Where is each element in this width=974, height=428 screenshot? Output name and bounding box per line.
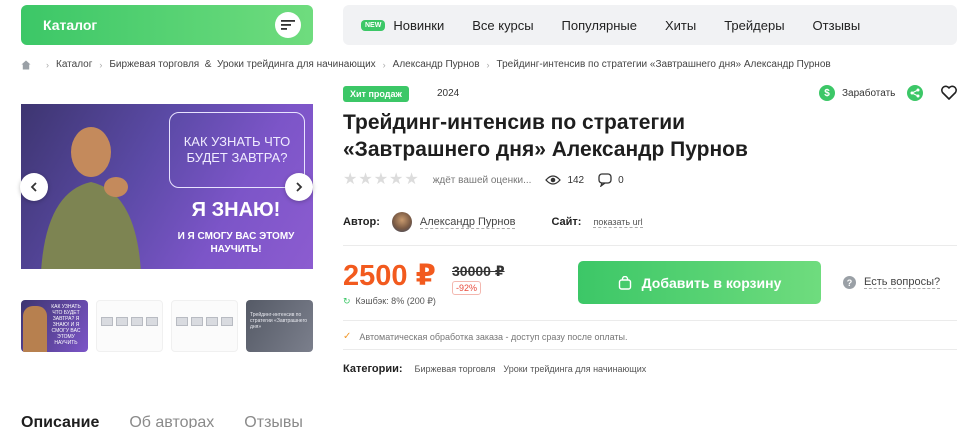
nav-item-traders[interactable]: Трейдеры bbox=[724, 18, 784, 33]
divider bbox=[343, 245, 957, 246]
tab-about-authors[interactable]: Об авторах bbox=[129, 414, 214, 428]
breadcrumb-item-author[interactable]: Александр Пурнов bbox=[393, 59, 480, 70]
site-label: Сайт: bbox=[551, 216, 582, 228]
eye-icon bbox=[545, 175, 562, 185]
question-box: КАК УЗНАТЬ ЧТО БУДЕТ ЗАВТРА? bbox=[169, 112, 305, 188]
thumbnail-text: КАК УЗНАТЬ ЧТО БУДЕТ ЗАВТРА? Я ЗНАЮ! И Я… bbox=[51, 304, 81, 346]
product-main-image[interactable]: КАК УЗНАТЬ ЧТО БУДЕТ ЗАВТРА? Я ЗНАЮ! И Я… bbox=[21, 104, 313, 269]
author-row: Автор: Александр Пурнов Сайт: показать u… bbox=[343, 212, 643, 232]
breadcrumb-item-category[interactable]: Биржевая торговля & Уроки трейдинга для … bbox=[109, 59, 375, 70]
bag-icon bbox=[618, 275, 631, 290]
cashback: ↻ Кэшбэк: 8% (200 ₽) bbox=[343, 296, 436, 307]
old-price: 30000 ₽ bbox=[452, 263, 505, 279]
tab-reviews[interactable]: Отзывы bbox=[244, 414, 303, 428]
category-link[interactable]: Биржевая торговля bbox=[415, 364, 496, 374]
earn-link[interactable]: $ Заработать bbox=[819, 85, 895, 101]
catalog-label: Каталог bbox=[43, 17, 98, 33]
share-icon[interactable] bbox=[907, 85, 923, 101]
thumbnail-screens bbox=[101, 317, 158, 326]
show-url-link[interactable]: показать url bbox=[593, 217, 643, 228]
questions-label: Есть вопросы? bbox=[864, 276, 941, 289]
breadcrumb-item-catalog[interactable]: Каталог bbox=[56, 59, 92, 70]
new-badge: NEW bbox=[361, 19, 386, 31]
divider bbox=[343, 349, 957, 350]
tab-description[interactable]: Описание bbox=[21, 414, 99, 428]
rating-text: ждёт вашей оценки... bbox=[432, 174, 532, 186]
auto-processing-text: Автоматическая обработка заказа - доступ… bbox=[359, 331, 628, 342]
chevron-left-icon bbox=[30, 182, 37, 192]
promise-text: И Я СМОГУ ВАС ЭТОМУ НАУЧИТЬ! bbox=[177, 231, 295, 255]
nav-item-all-courses[interactable]: Все курсы bbox=[472, 18, 533, 33]
chevron-right-icon: › bbox=[486, 59, 490, 70]
heart-icon[interactable] bbox=[940, 84, 958, 102]
star-icon[interactable]: ★ bbox=[404, 172, 418, 188]
add-to-cart-label: Добавить в корзину bbox=[641, 274, 782, 291]
divider bbox=[343, 320, 957, 321]
top-nav: NEW Новинки Все курсы Популярные Хиты Тр… bbox=[343, 5, 957, 45]
thumbnail-person bbox=[23, 306, 47, 352]
views-count: 142 bbox=[567, 174, 585, 186]
breadcrumb: › Каталог › Биржевая торговля & Уроки тр… bbox=[21, 59, 831, 70]
thumbnail-3[interactable] bbox=[171, 300, 238, 352]
thumbnail-screens bbox=[176, 317, 233, 326]
nav-item-new[interactable]: Новинки bbox=[393, 18, 444, 33]
add-to-cart-button[interactable]: Добавить в корзину bbox=[578, 261, 821, 304]
question-icon: ? bbox=[843, 276, 856, 289]
product-title: Трейдинг-интенсив по стратегии «Завтрашн… bbox=[343, 111, 748, 161]
answer-text: Я ЗНАЮ! bbox=[191, 199, 281, 221]
star-icon[interactable]: ★ bbox=[358, 172, 372, 188]
menu-icon bbox=[275, 12, 301, 38]
questions-link[interactable]: ? Есть вопросы? bbox=[843, 276, 941, 289]
author-link[interactable]: Александр Пурнов bbox=[419, 216, 516, 229]
rating-stars[interactable]: ★ ★ ★ ★ ★ bbox=[343, 172, 419, 188]
chevron-right-icon: › bbox=[382, 59, 386, 70]
cashback-text: Кэшбэк: 8% (200 ₽) bbox=[355, 296, 436, 306]
chevron-right-icon: › bbox=[46, 59, 49, 70]
earn-label: Заработать bbox=[842, 87, 896, 99]
star-icon[interactable]: ★ bbox=[343, 172, 357, 188]
check-icon: ✓ bbox=[343, 331, 352, 342]
cashback-icon: ↻ bbox=[343, 296, 351, 306]
category-link[interactable]: Уроки трейдинга для начинающих bbox=[503, 364, 646, 374]
avatar bbox=[391, 212, 412, 232]
breadcrumb-item-current: Трейдинг-интенсив по стратегии «Завтрашн… bbox=[496, 59, 831, 70]
product-year: 2024 bbox=[437, 88, 460, 99]
gallery-prev-button[interactable] bbox=[20, 173, 48, 201]
chevron-right-icon bbox=[296, 182, 303, 192]
catalog-button[interactable]: Каталог bbox=[21, 5, 313, 45]
comments-count: 0 bbox=[618, 174, 624, 186]
dollar-icon: $ bbox=[819, 85, 835, 101]
discount-badge: -92% bbox=[452, 281, 482, 295]
rating-row: ★ ★ ★ ★ ★ ждёт вашей оценки... 142 0 bbox=[343, 172, 624, 188]
nav-item-popular[interactable]: Популярные bbox=[562, 18, 637, 33]
auto-processing-note: ✓ Автоматическая обработка заказа - дост… bbox=[343, 331, 628, 342]
star-icon[interactable]: ★ bbox=[374, 172, 388, 188]
categories-label: Категории: bbox=[343, 363, 403, 375]
nav-item-reviews[interactable]: Отзывы bbox=[813, 18, 861, 33]
hit-badge: Хит продаж bbox=[343, 86, 409, 102]
star-icon[interactable]: ★ bbox=[389, 172, 403, 188]
categories: Категории: Биржевая торговля Уроки трейд… bbox=[343, 363, 654, 375]
author-label: Автор: bbox=[343, 216, 380, 228]
gallery-next-button[interactable] bbox=[285, 173, 313, 201]
gallery-thumbnails: КАК УЗНАТЬ ЧТО БУДЕТ ЗАВТРА? Я ЗНАЮ! И Я… bbox=[21, 300, 313, 352]
thumbnail-text: Трейдинг-интенсив по стратегии «Завтрашн… bbox=[250, 312, 308, 330]
home-icon[interactable] bbox=[21, 60, 31, 70]
thumbnail-1[interactable]: КАК УЗНАТЬ ЧТО БУДЕТ ЗАВТРА? Я ЗНАЮ! И Я… bbox=[21, 300, 88, 352]
chevron-right-icon: › bbox=[99, 59, 103, 70]
thumbnail-2[interactable] bbox=[96, 300, 163, 352]
thumbnail-4[interactable]: Трейдинг-интенсив по стратегии «Завтрашн… bbox=[246, 300, 313, 352]
product-tabs: Описание Об авторах Отзывы bbox=[21, 414, 333, 428]
current-price: 2500 ₽ bbox=[343, 260, 436, 292]
author-photo bbox=[41, 127, 141, 269]
nav-item-hits[interactable]: Хиты bbox=[665, 18, 696, 33]
comment-icon bbox=[598, 173, 612, 187]
